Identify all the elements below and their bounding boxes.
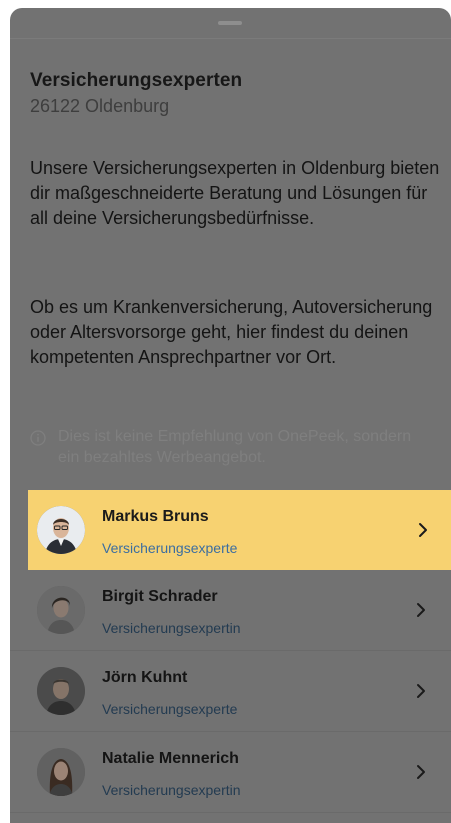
- expert-name: Natalie Mennerich: [102, 750, 239, 767]
- expert-name: Birgit Schrader: [102, 588, 218, 605]
- expert-name: Markus Bruns: [102, 508, 209, 525]
- expert-role[interactable]: Versicherungsexperte: [102, 701, 237, 717]
- avatar: [37, 667, 85, 715]
- person-photo: [37, 506, 85, 554]
- divider: [10, 38, 451, 39]
- bottom-sheet: Versicherungsexperten 26122 Oldenburg Un…: [10, 8, 451, 823]
- expert-name: Jörn Kuhnt: [102, 669, 188, 686]
- info-icon: [30, 430, 46, 446]
- intro-paragraph-2: Ob es um Krankenversicherung, Autoversic…: [30, 297, 433, 367]
- chevron-right-icon[interactable]: [415, 602, 427, 618]
- expert-row-markus-bruns[interactable]: Markus Bruns Versicherungsexperte: [28, 490, 451, 570]
- intro-paragraph-1: Unsere Versicherungsexperten in Oldenbur…: [30, 158, 440, 228]
- person-photo: [37, 748, 85, 796]
- expert-row-joern-kuhnt[interactable]: Jörn Kuhnt Versicherungsexperte: [10, 651, 451, 732]
- avatar: [37, 748, 85, 796]
- expert-role[interactable]: Versicherungsexperte: [102, 540, 237, 556]
- expert-row-natalie-mennerich[interactable]: Natalie Mennerich Versicherungsexpertin: [10, 732, 451, 813]
- ad-disclaimer: Dies ist keine Empfehlung von OnePeek, s…: [30, 426, 430, 468]
- expert-row-birgit-schrader[interactable]: Birgit Schrader Versicherungsexpertin: [10, 570, 451, 651]
- person-photo: [37, 586, 85, 634]
- expert-list: Markus Bruns Versicherungsexperte Birgit…: [10, 490, 451, 813]
- person-photo: [37, 667, 85, 715]
- drag-handle[interactable]: [218, 21, 242, 25]
- page-title: Versicherungsexperten: [30, 70, 243, 91]
- disclaimer-text: Dies ist keine Empfehlung von OnePeek, s…: [58, 428, 412, 466]
- expert-role[interactable]: Versicherungsexpertin: [102, 620, 241, 636]
- avatar: [37, 586, 85, 634]
- expert-role[interactable]: Versicherungsexpertin: [102, 782, 241, 798]
- chevron-right-icon[interactable]: [415, 683, 427, 699]
- location-subtitle: 26122 Oldenburg: [30, 96, 170, 116]
- chevron-right-icon[interactable]: [415, 764, 427, 780]
- avatar: [37, 506, 85, 554]
- chevron-right-icon[interactable]: [417, 522, 429, 538]
